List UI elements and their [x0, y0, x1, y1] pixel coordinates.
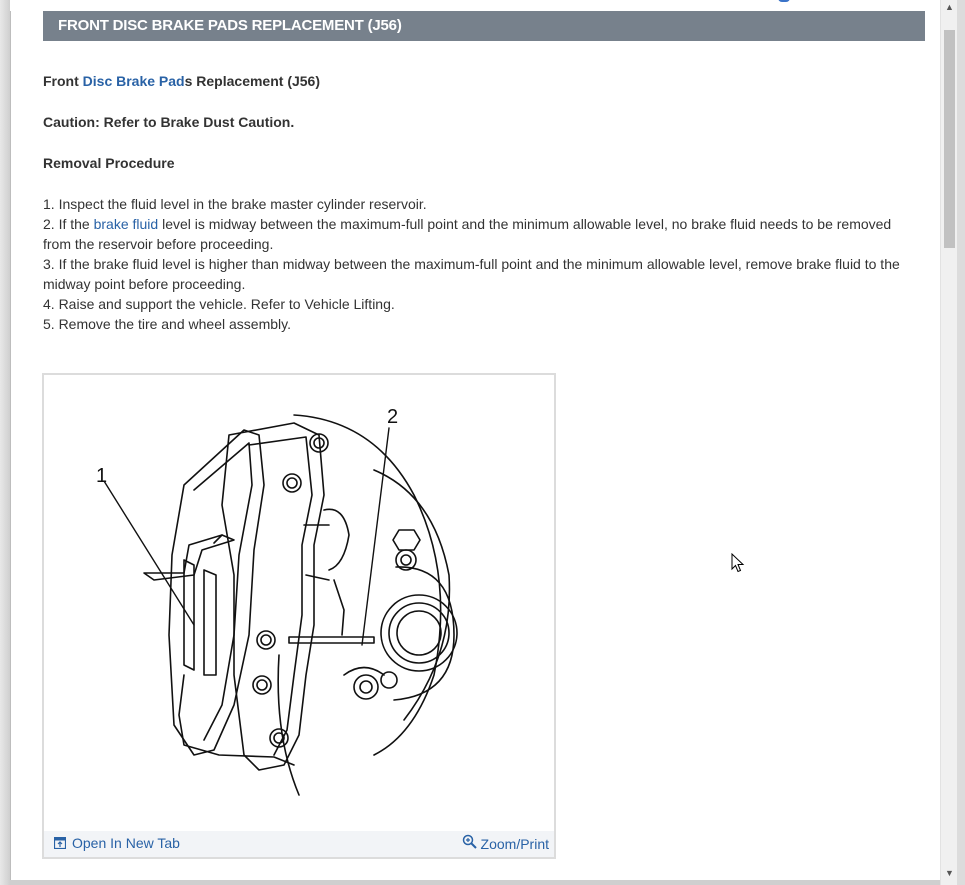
callout-1: 1: [96, 465, 107, 487]
step-4: 4. Raise and support the vehicle. Refer …: [43, 296, 395, 312]
procedure-steps: 1. Inspect the fluid level in the brake …: [43, 194, 923, 334]
procedure-figure: 1 2 Open In New Tab Zoom/Print: [42, 373, 556, 859]
scroll-up-icon[interactable]: ▲: [945, 2, 954, 12]
zoom-print-link[interactable]: Zoom/Print: [462, 833, 549, 852]
mouse-cursor-icon: [731, 553, 745, 573]
brake-caliper-illustration: 1 2: [96, 406, 458, 796]
top-strip: [10, 0, 940, 11]
top-indicator: [778, 0, 790, 2]
vertical-scrollbar[interactable]: ▲ ▼: [940, 0, 958, 885]
step-5: 5. Remove the tire and wheel assembly.: [43, 316, 291, 332]
brake-fluid-link[interactable]: brake fluid: [94, 216, 159, 232]
step-2: 2. If the brake fluid level is midway be…: [43, 216, 892, 252]
zoom-print-label: Zoom/Print: [480, 836, 549, 852]
caution-text: Caution: Refer to Brake Dust Caution.: [43, 114, 295, 130]
procedure-heading: Front Disc Brake Pads Replacement (J56): [43, 73, 321, 89]
scroll-down-icon[interactable]: ▼: [945, 868, 954, 878]
callout-2: 2: [387, 406, 398, 428]
step-3: 3. If the brake fluid level is higher th…: [43, 256, 900, 292]
step-1: 1. Inspect the fluid level in the brake …: [43, 196, 427, 212]
open-tab-icon: [54, 837, 66, 849]
window-bottom-edge: [10, 880, 940, 885]
section-title: Removal Procedure: [43, 155, 175, 171]
magnifier-icon: [462, 834, 477, 849]
open-in-new-tab-label: Open In New Tab: [72, 835, 180, 851]
page-title: FRONT DISC BRAKE PADS REPLACEMENT (J56): [58, 17, 402, 34]
window-left-edge: [0, 0, 10, 885]
window-right-edge: [957, 0, 965, 885]
disc-brake-pad-link[interactable]: Disc Brake Pad: [83, 73, 185, 89]
scroll-thumb[interactable]: [944, 30, 955, 248]
page-title-bar: FRONT DISC BRAKE PADS REPLACEMENT (J56): [43, 11, 925, 41]
open-in-new-tab-link[interactable]: Open In New Tab: [54, 835, 180, 851]
figure-toolbar: Open In New Tab Zoom/Print: [44, 831, 554, 857]
